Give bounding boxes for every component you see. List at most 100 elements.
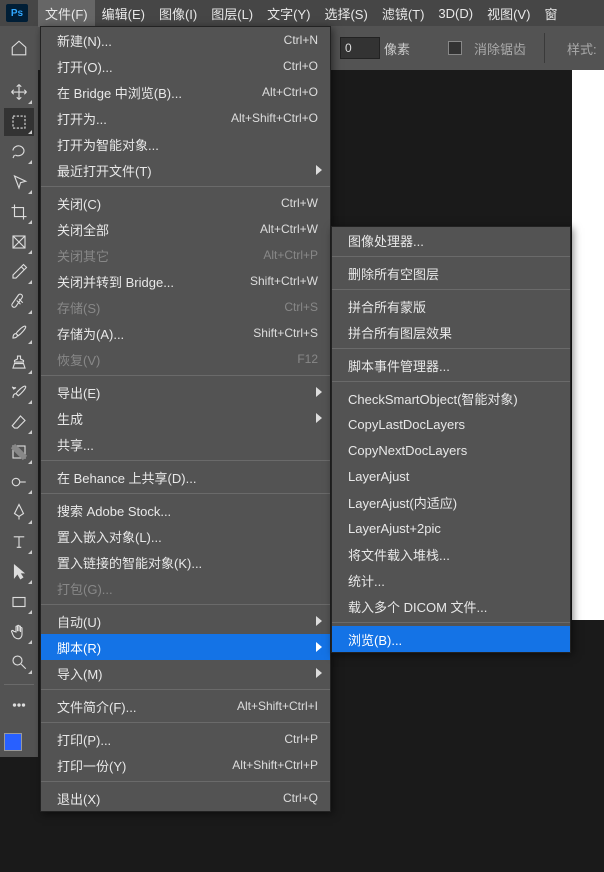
menu-item[interactable]: 搜索 Adobe Stock... [41, 497, 330, 523]
menu-item[interactable]: 打开为智能对象... [41, 131, 330, 157]
tool-gradient[interactable] [4, 438, 34, 466]
menu-item[interactable]: 存储为(A)...Shift+Ctrl+S [41, 320, 330, 346]
tool-marquee[interactable] [4, 108, 34, 136]
menu-item[interactable]: 新建(N)...Ctrl+N [41, 27, 330, 53]
menu-item[interactable]: 关闭全部Alt+Ctrl+W [41, 216, 330, 242]
menu-item[interactable]: 打印一份(Y)Alt+Shift+Ctrl+P [41, 752, 330, 778]
menu-item-label: 打开为... [57, 109, 107, 128]
menu-item[interactable]: 删除所有空图层 [332, 260, 570, 286]
menu-item[interactable]: 自动(U) [41, 608, 330, 634]
tool-dodge[interactable] [4, 468, 34, 496]
tool-zoom[interactable] [4, 648, 34, 676]
tool-lasso[interactable] [4, 138, 34, 166]
tool-frame[interactable] [4, 228, 34, 256]
menu-item[interactable]: 导出(E) [41, 379, 330, 405]
tool-more[interactable] [4, 691, 34, 719]
antialias-checkbox[interactable] [448, 41, 462, 55]
menu-item-label: 在 Bridge 中浏览(B)... [57, 83, 182, 102]
tool-crop[interactable] [4, 198, 34, 226]
tool-hand[interactable] [4, 618, 34, 646]
menu-3d[interactable]: 3D(D) [431, 2, 480, 25]
menu-item[interactable]: 共享... [41, 431, 330, 457]
file-menu-dropdown: 新建(N)...Ctrl+N打开(O)...Ctrl+O在 Bridge 中浏览… [40, 26, 331, 812]
menu-item-label: 打开(O)... [57, 57, 113, 76]
tool-pen[interactable] [4, 498, 34, 526]
menu-item-shortcut: Shift+Ctrl+S [253, 326, 318, 340]
menu-type[interactable]: 文字(Y) [260, 0, 317, 27]
menu-item[interactable]: 统计... [332, 567, 570, 593]
menu-item[interactable]: CopyNextDocLayers [332, 437, 570, 463]
tool-history-brush[interactable] [4, 378, 34, 406]
menu-item-shortcut: Ctrl+Q [283, 791, 318, 805]
menu-file[interactable]: 文件(F) [38, 0, 95, 27]
menu-item[interactable]: 生成 [41, 405, 330, 431]
color-swatches[interactable] [4, 727, 34, 757]
tool-path-select[interactable] [4, 558, 34, 586]
menu-item[interactable]: 导入(M) [41, 660, 330, 686]
menu-item[interactable]: 置入嵌入对象(L)... [41, 523, 330, 549]
menu-item-shortcut: Alt+Ctrl+W [260, 222, 318, 236]
menu-item[interactable]: 置入链接的智能对象(K)... [41, 549, 330, 575]
divider [544, 33, 545, 63]
menu-separator [41, 186, 330, 187]
menu-item[interactable]: LayerAjust+2pic [332, 515, 570, 541]
menu-view[interactable]: 视图(V) [480, 0, 537, 27]
menu-item-label: 生成 [57, 409, 83, 428]
menu-item-shortcut: Ctrl+W [281, 196, 318, 210]
menu-item[interactable]: CheckSmartObject(智能对象) [332, 385, 570, 411]
toolbar [0, 70, 38, 757]
menu-window[interactable]: 窗 [537, 0, 564, 27]
pixel-input[interactable] [340, 37, 380, 59]
foreground-swatch[interactable] [4, 733, 22, 751]
tool-eyedropper[interactable] [4, 258, 34, 286]
menu-item-label: CheckSmartObject(智能对象) [348, 389, 518, 408]
menu-item-label: 拼合所有蒙版 [348, 297, 426, 316]
home-icon[interactable] [6, 35, 32, 61]
menu-item[interactable]: 浏览(B)... [332, 626, 570, 652]
tool-brush[interactable] [4, 318, 34, 346]
menu-item: 恢复(V)F12 [41, 346, 330, 372]
menu-item[interactable]: 打开(O)...Ctrl+O [41, 53, 330, 79]
menu-item[interactable]: 退出(X)Ctrl+Q [41, 785, 330, 811]
menu-item[interactable]: 最近打开文件(T) [41, 157, 330, 183]
menu-item-label: 导入(M) [57, 664, 103, 683]
tool-type[interactable] [4, 528, 34, 556]
menu-item[interactable]: 在 Bridge 中浏览(B)...Alt+Ctrl+O [41, 79, 330, 105]
menu-separator [41, 604, 330, 605]
tool-eraser[interactable] [4, 408, 34, 436]
menu-edit[interactable]: 编辑(E) [95, 0, 152, 27]
menu-item[interactable]: LayerAjust [332, 463, 570, 489]
menu-separator [332, 256, 570, 257]
menu-item[interactable]: 脚本(R) [41, 634, 330, 660]
menu-item[interactable]: 载入多个 DICOM 文件... [332, 593, 570, 619]
menu-filter[interactable]: 滤镜(T) [375, 0, 432, 27]
menu-item[interactable]: 文件简介(F)...Alt+Shift+Ctrl+I [41, 693, 330, 719]
tool-quick-select[interactable] [4, 168, 34, 196]
menu-item[interactable]: 将文件载入堆栈... [332, 541, 570, 567]
menu-select[interactable]: 选择(S) [317, 0, 374, 27]
menu-item-label: 脚本(R) [57, 638, 101, 657]
menu-item[interactable]: 拼合所有图层效果 [332, 319, 570, 345]
menu-item[interactable]: 打印(P)...Ctrl+P [41, 726, 330, 752]
tool-move[interactable] [4, 78, 34, 106]
menu-item[interactable]: 图像处理器... [332, 227, 570, 253]
menu-item: 打包(G)... [41, 575, 330, 601]
menu-item[interactable]: CopyLastDocLayers [332, 411, 570, 437]
menu-item-label: 恢复(V) [57, 350, 100, 369]
menu-item[interactable]: 在 Behance 上共享(D)... [41, 464, 330, 490]
tool-clone[interactable] [4, 348, 34, 376]
menu-item[interactable]: 拼合所有蒙版 [332, 293, 570, 319]
menu-image[interactable]: 图像(I) [152, 0, 204, 27]
chevron-right-icon [316, 668, 322, 678]
menu-item[interactable]: LayerAjust(内适应) [332, 489, 570, 515]
tool-rectangle[interactable] [4, 588, 34, 616]
menu-item[interactable]: 关闭并转到 Bridge...Shift+Ctrl+W [41, 268, 330, 294]
menu-separator [41, 460, 330, 461]
menu-item-label: 搜索 Adobe Stock... [57, 501, 171, 520]
menu-item[interactable]: 打开为...Alt+Shift+Ctrl+O [41, 105, 330, 131]
menu-item[interactable]: 关闭(C)Ctrl+W [41, 190, 330, 216]
tool-healing[interactable] [4, 288, 34, 316]
menu-item-label: CopyLastDocLayers [348, 417, 465, 432]
menu-layer[interactable]: 图层(L) [204, 0, 260, 27]
menu-item[interactable]: 脚本事件管理器... [332, 352, 570, 378]
